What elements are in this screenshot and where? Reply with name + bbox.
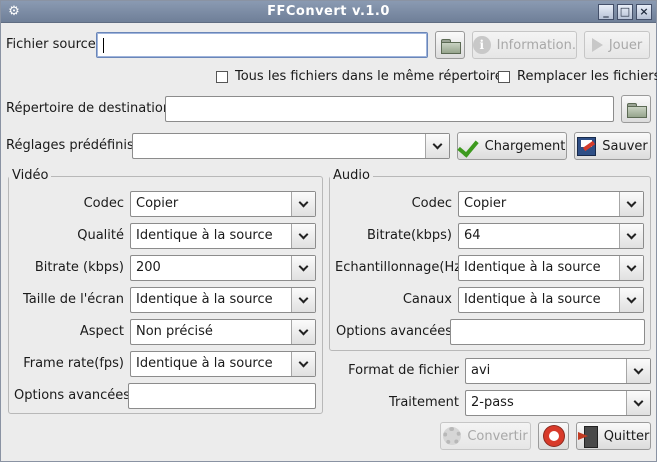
video-screen-size-combo[interactable]: Identique à la source	[130, 287, 316, 313]
maximize-button[interactable]: □	[617, 4, 633, 20]
destination-label: Répertoire de destination	[6, 101, 172, 116]
audio-channels-label: Canaux	[402, 292, 452, 307]
chevron-down-icon[interactable]	[425, 134, 449, 158]
audio-frame-title: Audio	[330, 168, 373, 183]
ffconvert-window: ⚙ FFConvert v.1.0 _ □ × Fichier source i…	[0, 0, 657, 462]
exit-icon	[577, 426, 598, 448]
presets-combo[interactable]	[132, 133, 450, 159]
video-aspect-label: Aspect	[79, 324, 124, 339]
same-directory-checkbox[interactable]	[216, 71, 228, 83]
chevron-down-icon[interactable]	[619, 192, 643, 216]
help-button[interactable]	[538, 422, 569, 450]
load-preset-button[interactable]: Chargement	[457, 132, 567, 160]
window-title: FFConvert v.1.0	[267, 4, 390, 19]
video-codec-combo[interactable]: Copier	[130, 191, 316, 217]
video-quality-combo[interactable]: Identique à la source	[130, 223, 316, 249]
video-frame-title: Vidéo	[9, 168, 52, 183]
same-directory-label: Tous les fichiers dans le même répertoir…	[235, 69, 503, 84]
chevron-down-icon[interactable]	[291, 288, 315, 312]
replace-files-label: Remplacer les fichiers	[517, 69, 657, 84]
checkmark-icon	[459, 136, 479, 156]
information-button[interactable]: i Information.	[472, 31, 577, 59]
audio-codec-label: Codec	[411, 196, 452, 211]
video-advanced-input[interactable]	[128, 383, 316, 409]
chevron-down-icon[interactable]	[619, 288, 643, 312]
presets-label: Réglages prédéfinis	[6, 138, 134, 153]
audio-advanced-label: Options avancées	[336, 324, 453, 339]
file-format-combo[interactable]: avi	[465, 358, 651, 384]
folder-icon	[441, 38, 461, 54]
processing-combo[interactable]: 2-pass	[465, 390, 651, 416]
information-label: Information.	[496, 37, 576, 53]
chevron-down-icon[interactable]	[291, 256, 315, 280]
video-bitrate-label: Bitrate (kbps)	[34, 260, 124, 275]
file-format-label: Format de fichier	[348, 363, 459, 378]
video-bitrate-combo[interactable]: 200	[130, 255, 316, 281]
video-codec-label: Codec	[83, 196, 124, 211]
save-preset-label: Sauver	[602, 138, 648, 154]
chevron-down-icon[interactable]	[291, 352, 315, 376]
video-aspect-combo[interactable]: Non précisé	[130, 319, 316, 345]
close-button[interactable]: ×	[636, 4, 652, 20]
browse-source-button[interactable]	[435, 31, 465, 59]
audio-bitrate-label: Bitrate(kbps)	[367, 228, 452, 243]
chevron-down-icon[interactable]	[291, 320, 315, 344]
video-quality-label: Qualité	[77, 228, 124, 243]
chevron-down-icon[interactable]	[291, 224, 315, 248]
save-preset-button[interactable]: Sauver	[574, 132, 651, 160]
info-icon: i	[473, 36, 491, 54]
title-bar[interactable]: ⚙ FFConvert v.1.0 _ □ ×	[1, 1, 656, 23]
chevron-down-icon[interactable]	[626, 391, 650, 415]
folder-icon	[627, 102, 647, 118]
audio-samplerate-combo[interactable]: Identique à la source	[458, 255, 644, 281]
gear-icon	[443, 427, 462, 445]
load-preset-label: Chargement	[484, 138, 566, 154]
audio-codec-combo[interactable]: Copier	[458, 191, 644, 217]
processing-label: Traitement	[388, 395, 459, 410]
audio-advanced-input[interactable]	[450, 319, 645, 345]
audio-bitrate-combo[interactable]: 64	[458, 223, 644, 249]
source-file-input[interactable]	[96, 32, 428, 58]
lifebuoy-icon	[543, 426, 564, 446]
convert-button[interactable]: Convertir	[440, 422, 531, 450]
quit-label: Quitter	[603, 428, 650, 444]
chevron-down-icon[interactable]	[619, 256, 643, 280]
browse-destination-button[interactable]	[621, 95, 651, 123]
audio-samplerate-label: Echantillonnage(Hz)	[335, 260, 467, 275]
audio-channels-combo[interactable]: Identique à la source	[458, 287, 644, 313]
chevron-down-icon[interactable]	[291, 192, 315, 216]
quit-button[interactable]: Quitter	[576, 422, 651, 450]
minimize-button[interactable]: _	[598, 4, 614, 20]
video-screen-size-label: Taille de l'écran	[23, 292, 124, 307]
text-cursor	[103, 38, 104, 53]
chevron-down-icon[interactable]	[619, 224, 643, 248]
chevron-down-icon[interactable]	[626, 359, 650, 383]
source-file-label: Fichier source	[6, 37, 96, 52]
play-icon	[591, 38, 603, 52]
video-framerate-label: Frame rate(fps)	[23, 356, 124, 371]
play-label: Jouer	[608, 37, 643, 53]
play-button[interactable]: Jouer	[584, 31, 650, 59]
video-advanced-label: Options avancées	[14, 388, 131, 403]
video-framerate-combo[interactable]: Identique à la source	[130, 351, 316, 377]
save-icon	[577, 136, 597, 156]
replace-files-checkbox[interactable]	[498, 71, 510, 83]
convert-label: Convertir	[467, 428, 528, 444]
destination-input[interactable]	[165, 96, 614, 122]
